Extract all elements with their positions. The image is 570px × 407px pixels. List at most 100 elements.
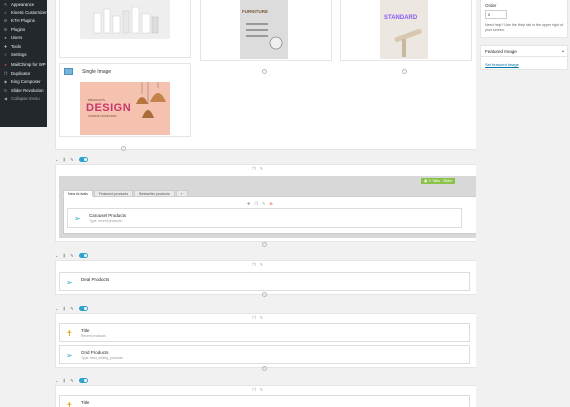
deal-products-element[interactable]: ➢ Deal Products bbox=[59, 272, 470, 291]
copy-icon[interactable]: ❐ bbox=[252, 387, 256, 392]
sidebar-item-king-composer[interactable]: ◆ King Composer bbox=[0, 78, 47, 86]
column-1-image-box bbox=[59, 0, 191, 58]
copy-icon[interactable]: ❐ bbox=[252, 262, 256, 267]
tab-bestseller-products[interactable]: Bestseller products bbox=[134, 190, 175, 197]
sidebar-item-settings[interactable]: ≡ Settings bbox=[0, 50, 47, 58]
sidebar-item-collapse[interactable]: ◀ Collapse menu bbox=[0, 94, 47, 102]
sidebar-item-label: Tools bbox=[11, 43, 22, 49]
product-bottles-image[interactable] bbox=[80, 0, 170, 39]
element-subtitle: Recent products bbox=[81, 334, 106, 338]
collapse-row-icon[interactable]: ⌄ bbox=[55, 253, 58, 258]
row-drag-handle[interactable]: ◦ bbox=[262, 242, 267, 247]
row-3-toolbar: ⌄ ⫼ ✎ + ❐ ✎ ⊞ ⊗ bbox=[55, 305, 519, 312]
title-element[interactable]: ✝ Title bbox=[59, 395, 470, 407]
columns-icon[interactable]: ⫼ bbox=[63, 253, 65, 258]
edit-icon[interactable]: ✎ bbox=[262, 201, 265, 206]
chair-illustration bbox=[246, 23, 283, 50]
set-featured-image-link[interactable]: Set featured image bbox=[485, 62, 519, 67]
row-1-mid-actions: ❐ ✎ bbox=[252, 166, 263, 171]
plugin-icon: ⚙ bbox=[3, 26, 8, 32]
delete-icon[interactable]: ⊗ bbox=[269, 201, 272, 206]
paper-plane-icon: ➢ bbox=[66, 278, 73, 287]
edit-icon[interactable]: ✎ bbox=[260, 315, 263, 320]
columns-icon[interactable]: ⫼ bbox=[63, 157, 65, 162]
tab-featured-products[interactable]: Featured products bbox=[93, 190, 134, 197]
banner-design-text: DESIGN bbox=[86, 102, 132, 114]
sidebar-item-label: Kinetic Customizer bbox=[11, 10, 47, 16]
row-4-mid-actions: ❐ ✎ bbox=[252, 387, 263, 392]
standard-label: STANDARD bbox=[384, 15, 418, 21]
single-image-box: Single Image PRODUCTS DESIGN ULTIMATE CO… bbox=[59, 63, 191, 137]
design-banner-image[interactable]: PRODUCTS DESIGN ULTIMATE COLOR FROM bbox=[80, 82, 170, 135]
grid-products-element[interactable]: ➢ Grid Products Type: best_selling_produ… bbox=[59, 345, 470, 364]
order-label: Order bbox=[485, 3, 497, 8]
column-3-image-box: STANDARD bbox=[340, 0, 472, 61]
settings-icon: ≡ bbox=[4, 52, 7, 58]
sidebar-item-duplicator[interactable]: ❐ Duplicator bbox=[0, 69, 47, 77]
row-drag-handle[interactable]: ◦ bbox=[262, 292, 267, 297]
copy-icon[interactable]: ❐ bbox=[252, 166, 256, 171]
edit-row-icon[interactable]: ✎ bbox=[70, 378, 73, 383]
sidebar-item-label: King Composer bbox=[11, 79, 41, 85]
sidebar-item-slider-revolution[interactable]: ↻ Slider Revolution bbox=[0, 86, 47, 94]
sidebar-item-label: Collapse menu bbox=[11, 95, 40, 101]
sidebar-item-users[interactable]: ● Users bbox=[0, 34, 47, 42]
edit-icon[interactable]: ✎ bbox=[260, 166, 263, 171]
collapse-row-icon[interactable]: ⌄ bbox=[55, 378, 58, 383]
sidebar-item-label: Users bbox=[11, 35, 23, 41]
carousel-products-element[interactable]: ➢ Carousel Products Type: recent product… bbox=[67, 208, 462, 228]
furniture-label: FURNITURE bbox=[242, 9, 268, 14]
banner-sub-text: ULTIMATE COLOR FROM bbox=[88, 115, 117, 118]
edit-row-icon[interactable]: ✎ bbox=[70, 157, 73, 162]
lamp-illustration bbox=[394, 29, 422, 57]
column-drag-handle[interactable]: ◦ bbox=[402, 69, 407, 74]
tab-add[interactable]: + bbox=[175, 190, 188, 197]
sidebar-item-label: MailChimp for WP bbox=[11, 62, 46, 68]
pendant-lamps-illustration bbox=[136, 82, 166, 118]
sidebar-item-label: Duplicator bbox=[11, 70, 31, 76]
sidebar-item-kth-plugins[interactable]: ⚙ KTH Plugins bbox=[0, 17, 47, 25]
user-icon: ● bbox=[4, 35, 7, 41]
title-element[interactable]: ✝ Title Recent products bbox=[59, 323, 470, 342]
column-drag-handle[interactable]: ◦ bbox=[262, 69, 267, 74]
edit-row-icon[interactable]: ✎ bbox=[70, 306, 73, 311]
mailchimp-icon: ● bbox=[4, 62, 7, 68]
element-subtitle: Type: recent products bbox=[89, 219, 122, 223]
sidebar-item-kinetic-customizer[interactable]: ◐ Kinetic Customizer bbox=[0, 8, 47, 16]
row-visibility-toggle[interactable] bbox=[78, 253, 88, 258]
collapse-toggle-icon[interactable]: ▴ bbox=[562, 48, 564, 53]
columns-icon[interactable]: ⫼ bbox=[63, 306, 65, 311]
columns-icon[interactable]: ⫼ bbox=[63, 378, 65, 383]
copy-icon[interactable]: ❐ bbox=[254, 201, 258, 206]
add-icon[interactable]: ✚ bbox=[247, 201, 250, 206]
standard-image[interactable]: STANDARD bbox=[380, 0, 428, 59]
sidebar-item-label: Appearance bbox=[11, 1, 35, 7]
sidebar-item-appearance[interactable]: ✎ Appearance bbox=[0, 0, 47, 8]
post-meta-sidebar: Order 0 Need help? Use the Help tab in t… bbox=[476, 0, 570, 407]
plugin-icon: ⚙ bbox=[3, 18, 8, 24]
title-cross-icon: ✝ bbox=[66, 401, 73, 407]
edit-row-icon[interactable]: ✎ bbox=[70, 253, 73, 258]
row-visibility-toggle[interactable] bbox=[78, 378, 88, 383]
featured-image-header[interactable]: Featured Image ▴ bbox=[481, 46, 567, 57]
sidebar-item-plugins[interactable]: ⚙ Plugins bbox=[0, 25, 47, 33]
collapse-row-icon[interactable]: ⌄ bbox=[55, 157, 58, 162]
furniture-image[interactable]: FURNITURE bbox=[240, 0, 288, 59]
copy-icon[interactable]: ❐ bbox=[252, 315, 256, 320]
collapse-row-icon[interactable]: ⌄ bbox=[55, 306, 58, 311]
row-drag-handle[interactable]: ◦ bbox=[262, 366, 267, 371]
edit-icon[interactable]: ✎ bbox=[260, 387, 263, 392]
slider-icon: ↻ bbox=[3, 87, 8, 93]
row-visibility-toggle[interactable] bbox=[78, 157, 88, 162]
column-drag-handle[interactable]: ◦ bbox=[121, 146, 126, 151]
tabs-slider-badge[interactable]: ▣ ✎ Tabs - Slider bbox=[421, 178, 456, 184]
row-visibility-toggle[interactable] bbox=[78, 306, 88, 311]
tab-new-arrivals[interactable]: New Arrivals bbox=[63, 190, 93, 197]
sidebar-item-mailchimp[interactable]: ● MailChimp for WP bbox=[0, 61, 47, 69]
row-2-toolbar: ⌄ ⫼ ✎ + ❐ ✎ ⊞ ⊗ bbox=[55, 252, 519, 259]
order-input[interactable]: 0 bbox=[485, 10, 507, 19]
tab-strip: New Arrivals Featured products Bestselle… bbox=[63, 190, 189, 197]
edit-icon[interactable]: ✎ bbox=[260, 262, 263, 267]
sidebar-item-tools[interactable]: ✚ Tools bbox=[0, 42, 47, 50]
sidebar-item-label: Settings bbox=[11, 52, 27, 58]
